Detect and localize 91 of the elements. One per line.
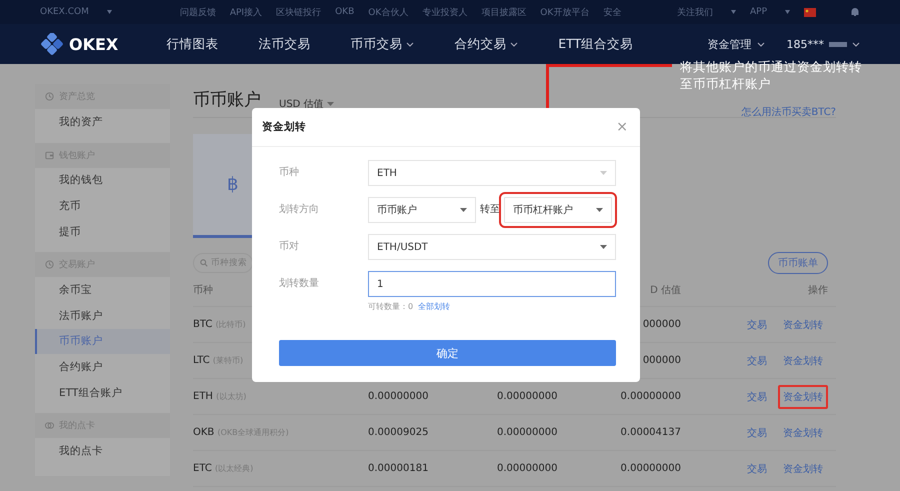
sidebar-item[interactable]: 充币 [35, 193, 170, 219]
transfer-all-link[interactable]: 全部划转 [418, 301, 450, 312]
top-link[interactable]: 区块链投行 [276, 6, 322, 18]
action-link[interactable]: 交易 [742, 420, 772, 444]
action-link[interactable]: 交易 [742, 456, 772, 480]
dialog-title: 资金划转 [262, 120, 306, 134]
caret-icon [785, 10, 790, 14]
sidebar-item[interactable]: 币币账户 [35, 328, 170, 354]
table-cell-text: 0.00000000 [497, 463, 558, 474]
chevron-down-icon [756, 42, 764, 46]
close-button[interactable]: × [614, 119, 630, 135]
available-amount: 可转数量：0 [368, 301, 414, 312]
top-menu[interactable]: APP [750, 7, 767, 17]
okex-logo[interactable]: OKEX [40, 33, 118, 55]
site-link[interactable]: OKEX.COM [40, 7, 89, 17]
bell-icon[interactable] [850, 7, 860, 17]
table-cell-text: 0.00000000 [497, 391, 558, 402]
caret-icon [730, 10, 736, 14]
field-label: 划转方向 [279, 202, 320, 217]
table-cell-text: 0.00009025 [368, 427, 430, 438]
sidebar-item[interactable]: 我的钱包 [35, 168, 170, 194]
table-cell: 0.00004137 [620, 427, 681, 438]
nav-item[interactable]: 法币交易 [258, 36, 310, 52]
top-menu[interactable]: 关注我们 [676, 6, 713, 18]
select-field[interactable]: 币币账户 [368, 197, 476, 223]
table-cell: 000000 [642, 319, 681, 330]
select-field[interactable]: ETH/USDT [368, 234, 616, 260]
search-icon [200, 259, 208, 267]
sidebar-item[interactable]: 合约账户 [35, 354, 170, 380]
column-header: D 估值 [650, 285, 681, 296]
caret-icon [326, 102, 334, 106]
clock-icon [45, 260, 54, 270]
annotation-text: 将其他账户的币通过资金划转转至币币杠杆账户 [680, 58, 862, 92]
wallet-icon [45, 150, 54, 160]
top-link[interactable]: 安全 [603, 6, 622, 18]
chevron-down-icon [510, 42, 518, 46]
field-label: 币种 [279, 166, 300, 180]
nav-item[interactable]: ETT组合交易 [558, 36, 634, 52]
field-label: 划转数量 [279, 276, 320, 291]
nav-menu[interactable]: 资金管理 [708, 36, 764, 52]
top-link[interactable]: OK开放平台 [540, 6, 590, 18]
column-header: 操作 [808, 284, 828, 297]
table-cell-text: 0.00000000 [497, 427, 558, 438]
action-link[interactable]: 资金划转 [778, 420, 828, 444]
table-cell-text: 0.00000000 [368, 391, 430, 402]
table-cell: 0.00000000 [620, 463, 681, 474]
nav-item[interactable]: 合约交易 [454, 36, 518, 52]
logo-icon [40, 33, 64, 55]
top-link[interactable]: 问题反馈 [180, 6, 216, 18]
confirm-button[interactable]: 确定 [279, 340, 616, 366]
bill-button[interactable]: 币币账单 [768, 252, 828, 274]
flag-icon[interactable] [804, 8, 816, 16]
clock-icon [45, 92, 54, 101]
masked-bar-icon [829, 42, 847, 46]
field-label: 币对 [279, 240, 300, 254]
column-header: 币种 [193, 284, 214, 297]
sidebar-item[interactable]: 我的点卡 [35, 438, 170, 464]
action-link[interactable]: 资金划转 [778, 456, 828, 480]
top-link[interactable]: API接入 [230, 6, 262, 18]
action-link[interactable]: 资金划转 [778, 348, 828, 372]
caret-icon [106, 10, 112, 14]
sidebar-item[interactable]: 法币账户 [35, 302, 170, 329]
top-link[interactable]: OKB [335, 7, 354, 17]
connector-label: 转至 [480, 203, 500, 217]
amount-input[interactable]: 1 [368, 271, 616, 297]
sidebar-item[interactable]: 余币宝 [35, 277, 170, 303]
sidebar-item[interactable]: ETT组合账户 [35, 380, 170, 406]
top-link[interactable]: 专业投资人 [422, 6, 468, 18]
caret-icon [596, 208, 603, 212]
nav-item[interactable]: 币币交易 [350, 36, 414, 52]
action-link[interactable]: 交易 [742, 348, 772, 372]
page-title: 币币账户 [193, 89, 261, 111]
help-link[interactable]: 怎么用法币买卖BTC? [741, 105, 836, 119]
action-link[interactable]: 资金划转 [778, 312, 828, 336]
top-link[interactable]: OK合伙人 [368, 6, 408, 18]
valuation-dropdown[interactable]: USD 估值 [279, 97, 334, 111]
table-cell-text: 0.00000181 [368, 463, 430, 474]
action-link[interactable]: 资金划转 [778, 384, 828, 408]
sidebar-item[interactable]: 我的资产 [35, 109, 170, 135]
caret-icon [460, 208, 467, 212]
top-link[interactable]: 项目披露区 [481, 6, 526, 18]
chevron-down-icon [852, 42, 860, 46]
table-cell: 0.00000000 [620, 391, 681, 402]
nav-item[interactable]: 行情图表 [166, 36, 218, 52]
action-link[interactable]: 交易 [742, 384, 772, 408]
chevron-down-icon [406, 42, 414, 46]
sidebar-item[interactable]: 提币 [35, 218, 170, 244]
account-menu[interactable]: 185*** [786, 38, 860, 50]
action-link[interactable]: 交易 [742, 312, 772, 336]
card-symbol: ฿ [227, 174, 238, 195]
table-cell: 000000 [642, 355, 681, 366]
